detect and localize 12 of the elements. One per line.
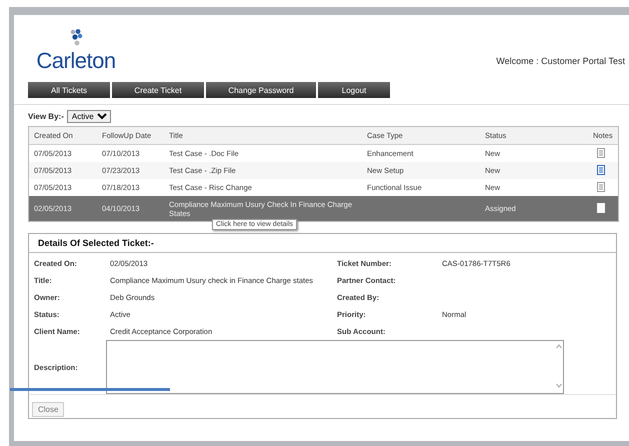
- description-field[interactable]: [106, 340, 564, 394]
- nav-button[interactable]: All Tickets: [28, 82, 110, 98]
- welcome-text: Welcome : Customer Portal Test: [496, 56, 625, 66]
- logo-icon: [68, 29, 84, 47]
- logo-text: Carleton: [36, 50, 116, 72]
- details-heading: Details Of Selected Ticket:-: [29, 234, 616, 253]
- view-by-select[interactable]: Active: [66, 110, 111, 123]
- nav-button[interactable]: Create Ticket: [112, 82, 204, 98]
- view-by-label: View By:-: [28, 112, 64, 121]
- nav-button[interactable]: Logout: [318, 82, 390, 98]
- nav-button[interactable]: Change Password: [206, 82, 316, 98]
- close-button[interactable]: Close: [32, 402, 64, 417]
